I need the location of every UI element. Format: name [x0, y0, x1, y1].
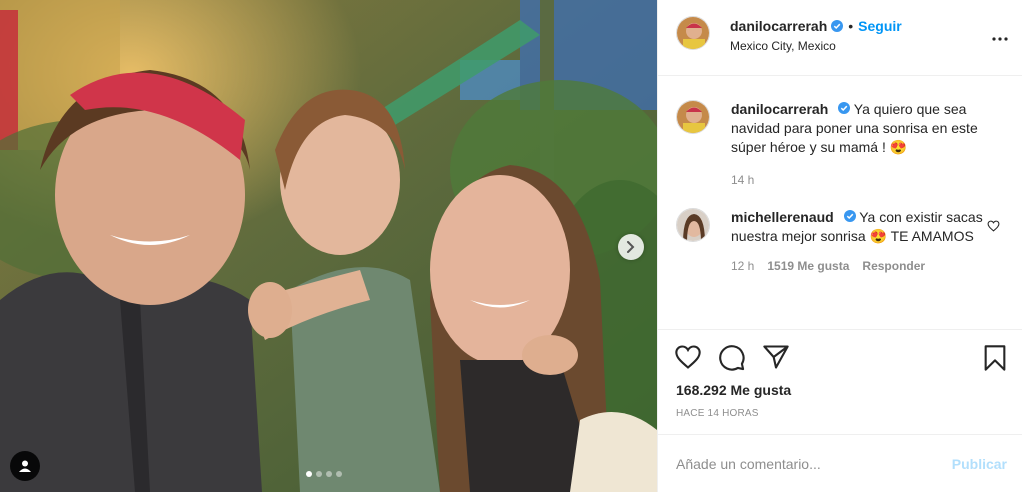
- author-username[interactable]: danilocarrerah: [730, 18, 827, 34]
- carousel-dot: [316, 471, 322, 477]
- next-photo-button[interactable]: [618, 234, 644, 260]
- avatar-image: [677, 209, 709, 241]
- more-options-button[interactable]: [992, 28, 1008, 44]
- carousel-indicator: [306, 471, 342, 477]
- paper-plane-icon: [763, 345, 789, 369]
- heart-outline-icon: [987, 220, 1000, 232]
- comment-item: michellerenaud Ya con existir sacas nues…: [676, 208, 1006, 276]
- post-side-panel: danilocarrerah • Seguir Mexico City, Mex…: [657, 0, 1022, 492]
- comment-username[interactable]: michellerenaud: [731, 209, 834, 225]
- header-separator: •: [848, 18, 854, 34]
- comment-bubble-icon: [719, 345, 745, 371]
- avatar-image: [677, 101, 709, 133]
- post-time[interactable]: HACE 14 HORAS: [676, 408, 759, 419]
- more-options-icon: [992, 37, 1008, 41]
- instagram-post-view: danilocarrerah • Seguir Mexico City, Mex…: [0, 0, 1022, 492]
- save-button[interactable]: [983, 344, 1007, 375]
- comment-likes[interactable]: 1519 Me gusta: [767, 257, 849, 276]
- verified-badge-icon: [838, 102, 851, 114]
- share-button[interactable]: [762, 344, 790, 373]
- chevron-right-icon: [627, 241, 635, 253]
- reply-button[interactable]: Responder: [862, 257, 925, 276]
- verified-badge-icon: [843, 210, 856, 222]
- publish-button[interactable]: Publicar: [952, 456, 1007, 472]
- caption-author-avatar[interactable]: [676, 100, 710, 134]
- bookmark-icon: [984, 345, 1006, 371]
- post-photo[interactable]: [0, 0, 657, 492]
- like-comment-button[interactable]: [987, 219, 1000, 235]
- commenter-avatar[interactable]: [676, 208, 710, 242]
- comment-time[interactable]: 12 h: [731, 257, 754, 276]
- carousel-dot: [326, 471, 332, 477]
- like-button[interactable]: [674, 344, 702, 373]
- carousel-dot: [336, 471, 342, 477]
- avatar-image: [677, 17, 709, 49]
- follow-button[interactable]: Seguir: [858, 18, 902, 34]
- caption-username[interactable]: danilocarrerah: [731, 101, 828, 117]
- post-location[interactable]: Mexico City, Mexico: [730, 39, 902, 53]
- caption: danilocarrerah Ya quiero que sea navidad…: [676, 100, 1006, 190]
- carousel-dot: [306, 471, 312, 477]
- verified-badge-icon: [831, 20, 844, 32]
- caption-time[interactable]: 14 h: [731, 171, 754, 190]
- post-actions: [658, 340, 1022, 374]
- comments-section: danilocarrerah Ya quiero que sea navidad…: [658, 76, 1022, 330]
- add-comment-form: Publicar: [658, 434, 1022, 492]
- user-tag-icon: [19, 460, 31, 472]
- heart-outline-icon: [675, 345, 701, 369]
- photo-scene: [0, 0, 657, 492]
- tagged-users-button[interactable]: [10, 451, 40, 481]
- comment-button[interactable]: [718, 344, 746, 375]
- post-header: danilocarrerah • Seguir Mexico City, Mex…: [658, 0, 1022, 76]
- likes-count[interactable]: 168.292 Me gusta: [676, 382, 791, 398]
- author-avatar[interactable]: [676, 16, 710, 50]
- comment-input[interactable]: [676, 455, 952, 472]
